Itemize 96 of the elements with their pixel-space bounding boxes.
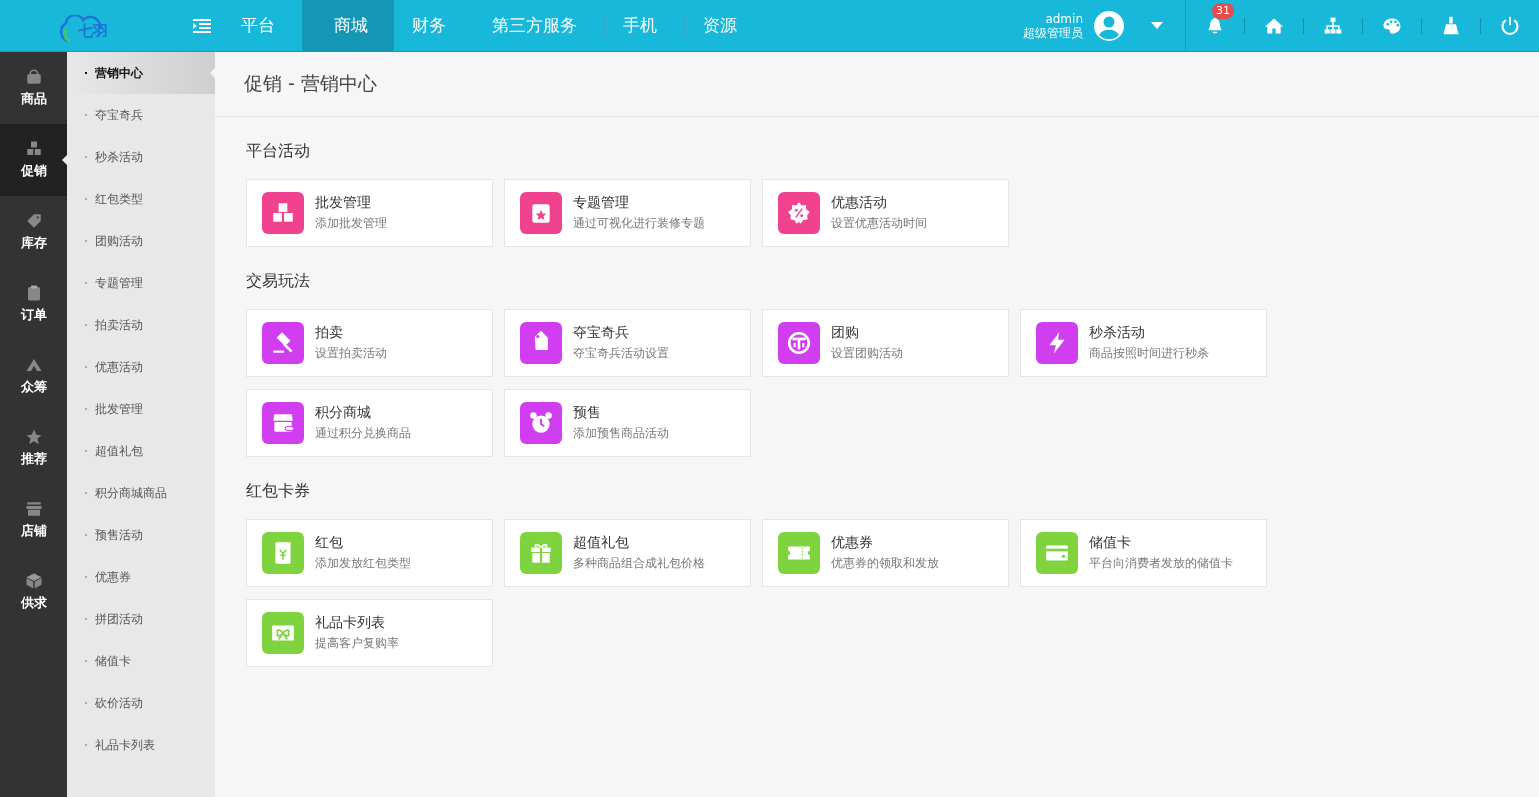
page-title: 促销 - 营销中心 — [215, 52, 1539, 117]
card-description: 多种商品组合成礼包价格 — [573, 555, 705, 572]
feature-card[interactable]: 拍卖 设置拍卖活动 — [246, 309, 493, 377]
submenu-item[interactable]: 红包类型 — [67, 178, 215, 220]
avatar-icon[interactable] — [1093, 9, 1125, 42]
menu-collapse-icon[interactable] — [193, 18, 211, 33]
card-title: 夺宝奇兵 — [573, 324, 630, 342]
caret-icon[interactable] — [1151, 22, 1163, 29]
section-title: 交易玩法 — [246, 271, 311, 292]
submenu-item[interactable]: 团购活动 — [67, 220, 215, 262]
store-icon — [24, 500, 43, 518]
alarm-clock-icon — [528, 410, 554, 436]
star-icon — [24, 428, 43, 446]
submenu-item[interactable]: 礼品卡列表 — [67, 724, 215, 766]
card-title: 储值卡 — [1089, 534, 1132, 552]
rail-label: 推荐 — [20, 450, 47, 468]
card-description: 通过可视化进行装修专题 — [573, 215, 705, 232]
rail-label: 店铺 — [20, 522, 47, 540]
feature-card[interactable]: 红包 添加发放红包类型 — [246, 519, 493, 587]
card-description: 设置拍卖活动 — [315, 345, 387, 362]
feature-card[interactable]: 优惠活动 设置优惠活动时间 — [762, 179, 1009, 247]
sitemap-icon[interactable] — [1323, 15, 1343, 36]
card-description: 平台向消费者发放的储值卡 — [1089, 555, 1233, 572]
rail-item[interactable]: 店铺 — [0, 484, 67, 556]
feature-card[interactable]: 储值卡 平台向消费者发放的储值卡 — [1020, 519, 1267, 587]
submenu-item[interactable]: 拍卖活动 — [67, 304, 215, 346]
card-description: 夺宝奇兵活动设置 — [573, 345, 669, 362]
card-description: 添加发放红包类型 — [315, 555, 411, 572]
card-title: 拍卖 — [315, 324, 344, 342]
rail-label: 供求 — [20, 594, 47, 612]
feature-card[interactable]: 夺宝奇兵 夺宝奇兵活动设置 — [504, 309, 751, 377]
cubes-icon — [24, 140, 43, 158]
bag-icon — [24, 68, 43, 86]
submenu-item[interactable]: 拼团活动 — [67, 598, 215, 640]
rail-label: 众筹 — [20, 378, 47, 396]
rail-label: 订单 — [20, 306, 47, 324]
rail-item[interactable]: 订单 — [0, 268, 67, 340]
rail-item[interactable]: 众筹 — [0, 340, 67, 412]
feature-card[interactable]: 礼品卡列表 提高客户复购率 — [246, 599, 493, 667]
card-title: 秒杀活动 — [1089, 324, 1146, 342]
user-name: admin — [1045, 11, 1083, 26]
broom-icon[interactable] — [1441, 15, 1461, 36]
box-icon — [24, 572, 43, 590]
feature-card[interactable]: 团购 设置团购活动 — [762, 309, 1009, 377]
power-icon[interactable] — [1500, 15, 1520, 36]
card-title: 超值礼包 — [573, 534, 630, 552]
submenu-item[interactable]: 超值礼包 — [67, 430, 215, 472]
card-title: 积分商城 — [315, 404, 372, 422]
feature-card[interactable]: 秒杀活动 商品按照时间进行秒杀 — [1020, 309, 1267, 377]
feature-card[interactable]: 超值礼包 多种商品组合成礼包价格 — [504, 519, 751, 587]
rail-item[interactable]: 供求 — [0, 556, 67, 628]
feature-card[interactable]: 预售 添加预售商品活动 — [504, 389, 751, 457]
submenu-item[interactable]: 专题管理 — [67, 262, 215, 304]
rail-label: 库存 — [20, 234, 47, 252]
submenu-item[interactable]: 优惠活动 — [67, 346, 215, 388]
feature-card[interactable]: 批发管理 添加批发管理 — [246, 179, 493, 247]
card-description: 设置优惠活动时间 — [831, 215, 927, 232]
submenu-item[interactable]: 积分商城商品 — [67, 472, 215, 514]
submenu-item[interactable]: 预售活动 — [67, 514, 215, 556]
round-logo-icon — [786, 330, 812, 356]
section-title: 平台活动 — [246, 141, 311, 162]
card-description: 添加批发管理 — [315, 215, 387, 232]
rail-label: 商品 — [20, 90, 47, 108]
submenu-item[interactable]: 砍价活动 — [67, 682, 215, 724]
card-description: 添加预售商品活动 — [573, 425, 669, 442]
feature-card[interactable]: 优惠券 优惠券的领取和发放 — [762, 519, 1009, 587]
rail-item[interactable]: 促销 — [0, 124, 67, 196]
card-title: 优惠券 — [831, 534, 874, 552]
card-description: 优惠券的领取和发放 — [831, 555, 939, 572]
card-title: 礼品卡列表 — [315, 614, 386, 632]
rail-item[interactable]: 商品 — [0, 52, 67, 124]
rail-label: 促销 — [20, 162, 47, 180]
feature-card[interactable]: 积分商城 通过积分兑换商品 — [246, 389, 493, 457]
user-role: 超级管理员 — [1023, 25, 1083, 40]
card-description: 设置团购活动 — [831, 345, 903, 362]
feature-card[interactable]: 专题管理 通过可视化进行装修专题 — [504, 179, 751, 247]
card-title: 专题管理 — [573, 194, 630, 212]
submenu-item[interactable]: 夺宝奇兵 — [67, 94, 215, 136]
notification-badge: 31 — [1212, 2, 1234, 19]
card-title: 红包 — [315, 534, 344, 552]
rail-item[interactable]: 推荐 — [0, 412, 67, 484]
submenu-item[interactable]: 优惠券 — [67, 556, 215, 598]
submenu-item[interactable]: 批发管理 — [67, 388, 215, 430]
rail-item[interactable]: 库存 — [0, 196, 67, 268]
card-title: 批发管理 — [315, 194, 372, 212]
card-title: 预售 — [573, 404, 602, 422]
card-title: 优惠活动 — [831, 194, 888, 212]
card-description: 提高客户复购率 — [315, 635, 399, 652]
submenu-item[interactable]: 储值卡 — [67, 640, 215, 682]
submenu-item[interactable]: 秒杀活动 — [67, 136, 215, 178]
card-description: 通过积分兑换商品 — [315, 425, 411, 442]
pointer-triangle — [210, 68, 215, 78]
section-title: 红包卡券 — [246, 481, 311, 502]
percent-badge-icon — [786, 200, 812, 226]
card-title: 团购 — [831, 324, 860, 342]
card-description: 商品按照时间进行秒杀 — [1089, 345, 1209, 362]
